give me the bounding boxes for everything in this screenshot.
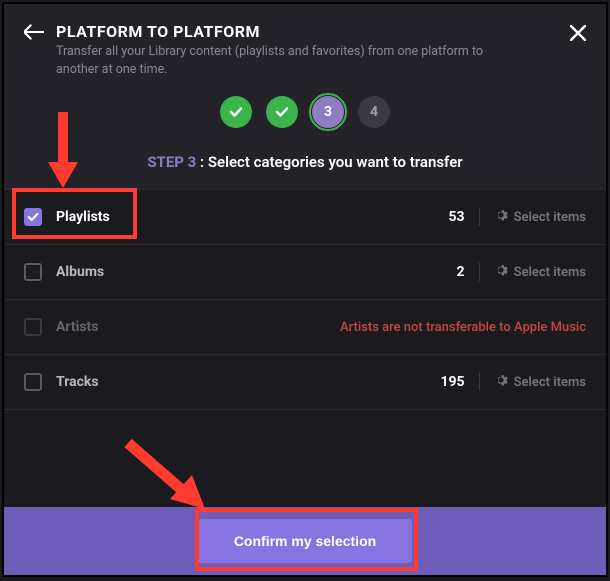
- category-label: Playlists: [56, 209, 435, 225]
- category-row-artists: Artists Artists are not transferable to …: [4, 300, 606, 355]
- select-items-label: Select items: [514, 375, 586, 390]
- step-4-future: 4: [358, 96, 390, 128]
- select-items-button[interactable]: Select items: [494, 373, 586, 391]
- dialog-header: PLATFORM TO PLATFORM Transfer all your L…: [4, 4, 606, 90]
- category-list: Playlists 53 Select items Albums 2 Selec…: [4, 190, 606, 410]
- category-row-playlists[interactable]: Playlists 53 Select items: [4, 190, 606, 245]
- dialog-footer: Confirm my selection: [4, 507, 606, 575]
- dialog-title: PLATFORM TO PLATFORM: [56, 22, 558, 41]
- step-indicator: 3 4: [4, 90, 606, 142]
- back-button[interactable]: [24, 24, 44, 44]
- gear-icon: [494, 263, 508, 281]
- arrow-left-icon: [24, 24, 44, 40]
- step-label: STEP 3: [147, 153, 196, 171]
- checkbox-artists: [24, 318, 42, 336]
- close-icon: [570, 25, 586, 41]
- checkbox-albums[interactable]: [24, 263, 42, 281]
- divider: [479, 263, 480, 281]
- dialog-subtitle: Transfer all your Library content (playl…: [56, 43, 496, 78]
- category-label: Artists: [56, 319, 326, 335]
- confirm-button[interactable]: Confirm my selection: [198, 519, 412, 563]
- step-description: Select categories you want to transfer: [208, 153, 463, 171]
- category-label: Tracks: [56, 374, 426, 390]
- step-separator: :: [196, 153, 208, 171]
- select-items-button[interactable]: Select items: [494, 208, 586, 226]
- category-label: Albums: [56, 264, 443, 280]
- annotation-arrow-icon: [120, 435, 210, 515]
- checkbox-tracks[interactable]: [24, 373, 42, 391]
- step-number: 3: [324, 104, 332, 120]
- category-count: 2: [457, 264, 465, 280]
- check-icon: [275, 105, 289, 119]
- step-number: 4: [370, 104, 378, 120]
- check-icon: [27, 211, 39, 223]
- category-row-albums[interactable]: Albums 2 Select items: [4, 245, 606, 300]
- select-items-label: Select items: [514, 210, 586, 225]
- category-row-tracks[interactable]: Tracks 195 Select items: [4, 355, 606, 410]
- step-2-done: [266, 96, 298, 128]
- checkbox-playlists[interactable]: [24, 208, 42, 226]
- category-count: 195: [440, 374, 464, 390]
- close-button[interactable]: [570, 22, 586, 46]
- step-heading: STEP 3 : Select categories you want to t…: [4, 142, 606, 190]
- gear-icon: [494, 373, 508, 391]
- category-error: Artists are not transferable to Apple Mu…: [340, 320, 586, 335]
- divider: [479, 208, 480, 226]
- divider: [479, 373, 480, 391]
- step-3-current: 3: [312, 96, 344, 128]
- check-icon: [229, 105, 243, 119]
- category-count: 53: [449, 209, 465, 225]
- step-1-done: [220, 96, 252, 128]
- select-items-button[interactable]: Select items: [494, 263, 586, 281]
- gear-icon: [494, 208, 508, 226]
- select-items-label: Select items: [514, 265, 586, 280]
